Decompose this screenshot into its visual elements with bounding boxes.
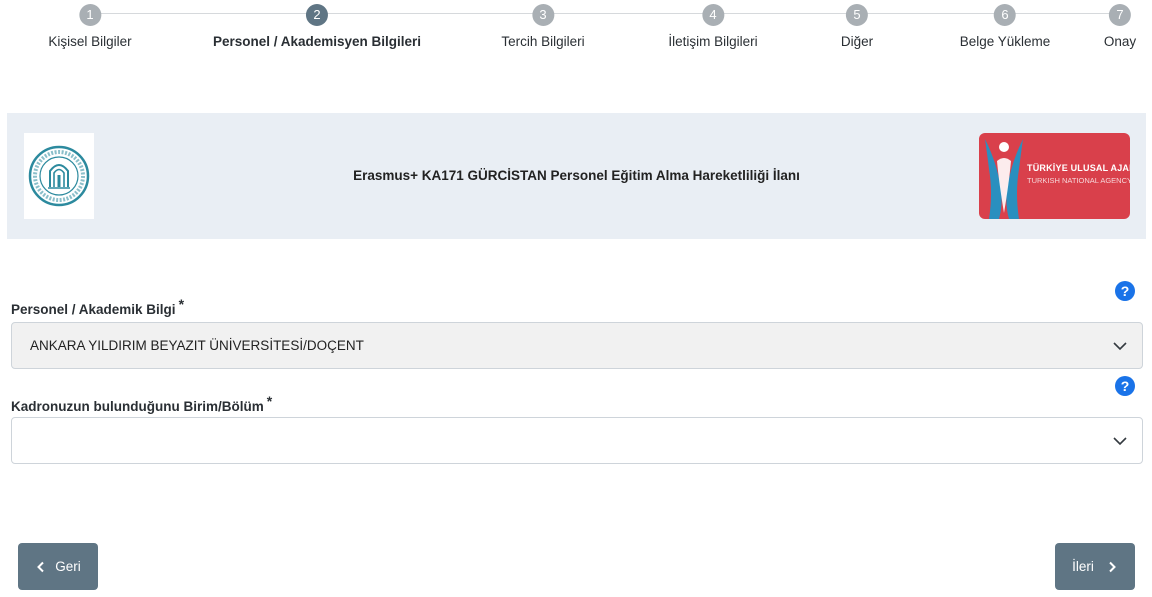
academic-info-label: Personel / Akademik Bilgi * (11, 296, 184, 317)
step-number: 3 (532, 4, 554, 26)
next-button-label: İleri (1072, 559, 1094, 574)
step-label: İletişim Bilgileri (668, 34, 758, 49)
step-personal-info[interactable]: 1 Kişisel Bilgiler (48, 4, 132, 49)
chevron-right-icon (1109, 561, 1116, 572)
back-button[interactable]: Geri (18, 543, 98, 590)
step-other[interactable]: 5 Diğer (841, 4, 873, 49)
field-label-text: Kadronuzun bulunduğunu Birim/Bölüm (11, 399, 264, 414)
unit-department-select[interactable] (11, 417, 1143, 464)
next-button[interactable]: İleri (1055, 543, 1135, 590)
step-staff-academic-info[interactable]: 2 Personel / Akademisyen Bilgileri (213, 4, 421, 49)
step-contact-info[interactable]: 4 İletişim Bilgileri (668, 4, 758, 49)
step-number: 7 (1109, 4, 1131, 26)
back-button-label: Geri (55, 559, 81, 574)
step-number: 1 (79, 4, 101, 26)
step-number: 5 (845, 4, 868, 26)
announcement-title: Erasmus+ KA171 GÜRCİSTAN Personel Eğitim… (353, 168, 800, 183)
chevron-down-icon (1113, 342, 1127, 351)
select-value: ANKARA YILDIRIM BEYAZIT ÜNİVERSİTESİ/DOÇ… (30, 338, 364, 353)
help-icon[interactable]: ? (1115, 376, 1135, 396)
academic-info-select[interactable]: ANKARA YILDIRIM BEYAZIT ÜNİVERSİTESİ/DOÇ… (11, 322, 1143, 369)
help-icon[interactable]: ? (1115, 281, 1135, 301)
national-agency-logo: TÜRKİYE ULUSAL AJANSI TURKISH NATIONAL A… (979, 133, 1130, 219)
step-preference-info[interactable]: 3 Tercih Bilgileri (501, 4, 585, 49)
step-number: 6 (994, 4, 1016, 26)
announcement-banner: Erasmus+ KA171 GÜRCİSTAN Personel Eğitim… (7, 113, 1146, 239)
field-label-text: Personel / Akademik Bilgi (11, 302, 176, 317)
step-label: Belge Yükleme (959, 34, 1051, 49)
step-label: Personel / Akademisyen Bilgileri (212, 34, 422, 49)
step-number: 4 (702, 4, 724, 26)
step-label: Onay (1103, 34, 1137, 49)
chevron-down-icon (1113, 437, 1127, 446)
unit-department-label: Kadronuzun bulunduğunu Birim/Bölüm * (11, 393, 272, 414)
step-number: 2 (306, 4, 328, 26)
step-document-upload[interactable]: 6 Belge Yükleme (959, 4, 1051, 49)
step-approval[interactable]: 7 Onay (1104, 4, 1136, 49)
required-mark: * (178, 296, 185, 312)
agency-subname: TURKISH NATIONAL AGENCY (1027, 176, 1130, 185)
chevron-left-icon (37, 561, 44, 572)
step-label: Diğer (840, 34, 874, 49)
progress-stepper: 1 Kişisel Bilgiler 2 Personel / Akademis… (0, 0, 1152, 80)
required-mark: * (266, 393, 273, 409)
agency-name: TÜRKİYE ULUSAL AJANSI (1027, 163, 1130, 173)
step-label: Kişisel Bilgiler (48, 34, 132, 49)
step-label: Tercih Bilgileri (501, 34, 585, 49)
